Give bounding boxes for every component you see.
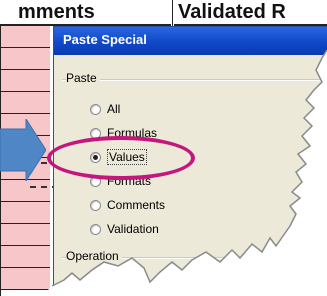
radio-button-icon[interactable] (90, 274, 101, 286)
radio-label: All (107, 102, 121, 116)
sheet-cell[interactable] (0, 92, 50, 114)
column-header-comments[interactable]: mments (0, 0, 171, 26)
sheet-cell[interactable] (0, 268, 50, 290)
radio-label: None (107, 273, 136, 287)
radio-button-icon[interactable] (90, 103, 101, 115)
radio-button-icon[interactable] (90, 199, 101, 211)
radio-comments[interactable]: Comments (90, 196, 165, 214)
sheet-cell[interactable] (0, 224, 50, 246)
highlight-oval (47, 136, 195, 180)
group-divider (62, 79, 327, 81)
dialog-title: Paste Special (63, 32, 147, 47)
radio-label: Validation (107, 222, 159, 236)
sheet-cell[interactable] (0, 202, 50, 224)
sheet-cell[interactable] (0, 180, 50, 202)
column-header-validated[interactable]: Validated R (174, 0, 327, 26)
sheet-cell[interactable] (0, 246, 50, 268)
radio-none[interactable]: None (90, 271, 136, 289)
radio-validation[interactable]: Validation (90, 220, 159, 238)
radio-label: Comments (107, 198, 166, 212)
paste-group-label: Paste (66, 71, 100, 85)
grid-line (172, 0, 173, 28)
sheet-cell[interactable] (0, 70, 50, 92)
screenshot-scene: mments Validated R Paste Special Paste A… (0, 0, 327, 296)
operation-group-label: Operation (66, 249, 122, 263)
sheet-cell[interactable] (0, 48, 50, 70)
radio-all[interactable]: All (90, 100, 120, 118)
sheet-cell[interactable] (0, 26, 50, 48)
radio-button-icon[interactable] (90, 223, 101, 235)
dialog-titlebar[interactable]: Paste Special (54, 27, 327, 55)
pointer-arrow-graphic (0, 119, 46, 181)
